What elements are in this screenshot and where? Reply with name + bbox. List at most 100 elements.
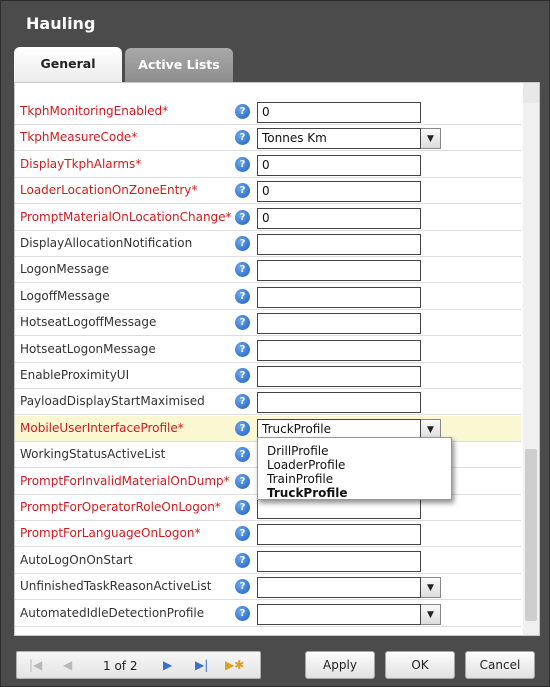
dropdown-option[interactable]: TrainProfile [267, 472, 333, 486]
properties-panel: TkphMonitoringEnabled*? 0 TkphMeasureCode*… [14, 82, 540, 636]
tab-active-lists[interactable]: Active Lists [125, 48, 233, 82]
property-label: TkphMeasureCode* [20, 130, 138, 145]
dropdown-option[interactable]: TruckProfile [267, 486, 348, 500]
property-row[interactable]: DisplayTkphAlarms*? 0 [15, 152, 521, 178]
prev-page-icon[interactable]: ◀ [63, 658, 72, 672]
hauling-dialog: Hauling General Active Lists TkphMonitor… [0, 0, 550, 687]
property-row[interactable]: LogonMessage? [15, 257, 521, 284]
property-value-field[interactable] [257, 234, 421, 255]
pager: |◀ ◀ 1 of 2 ▶ ▶| ▶✱ [16, 651, 261, 679]
cancel-button[interactable]: Cancel [465, 651, 535, 679]
new-page-icon[interactable]: ▶✱ [225, 658, 244, 672]
help-icon[interactable]: ? [235, 288, 250, 304]
property-row[interactable]: PromptForLanguageOnLogon*? [15, 521, 521, 548]
help-icon[interactable]: ? [235, 236, 250, 251]
property-label: LogoffMessage [20, 288, 110, 303]
property-label: PromptForOperatorRoleOnLogon* [20, 500, 221, 514]
property-value-field[interactable] [257, 313, 421, 335]
property-label: DisplayTkphAlarms* [20, 156, 142, 171]
property-value-field[interactable] [257, 339, 421, 361]
property-row[interactable]: TkphMonitoringEnabled*? 0 [15, 99, 521, 125]
help-icon[interactable]: ? [235, 605, 250, 621]
ok-button[interactable]: OK [385, 651, 455, 679]
property-row[interactable]: PayloadDisplayStartMaximised? [15, 389, 521, 416]
property-label: UnfinishedTaskReasonActiveList [20, 579, 212, 594]
property-label: TkphMonitoringEnabled* [20, 104, 169, 118]
first-page-icon[interactable]: |◀ [29, 658, 42, 672]
property-value-field[interactable] [257, 286, 421, 308]
property-value-field[interactable]: 0 [257, 207, 421, 229]
property-row[interactable]: TkphMeasureCode*? Tonnes Km ▼ [15, 125, 521, 152]
help-icon[interactable]: ? [235, 447, 250, 463]
next-page-icon[interactable]: ▶ [163, 658, 172, 672]
property-combo[interactable]: Tonnes Km ▼ [257, 128, 441, 150]
help-icon[interactable]: ? [235, 368, 250, 383]
property-value-field[interactable] [257, 603, 421, 625]
help-icon[interactable]: ? [235, 420, 250, 436]
dialog-title: Hauling [26, 14, 96, 33]
help-icon[interactable]: ? [235, 473, 250, 489]
profile-dropdown-list[interactable]: DrillProfile LoaderProfile TrainProfile Tru… [257, 437, 452, 500]
property-value-field[interactable] [257, 260, 421, 282]
property-row[interactable]: AutomatedIdleDetectionProfile? ▼ [15, 601, 521, 627]
property-combo[interactable]: ▼ [257, 577, 441, 599]
last-page-icon[interactable]: ▶| [195, 658, 208, 672]
property-row[interactable]: LogoffMessage? [15, 284, 521, 310]
property-label: HotseatLogoffMessage [20, 315, 157, 330]
property-combo[interactable]: ▼ [257, 603, 441, 625]
dropdown-option[interactable]: DrillProfile [267, 444, 329, 458]
help-icon[interactable]: ? [235, 130, 250, 146]
property-value-field[interactable]: 0 [257, 181, 421, 203]
property-value-field[interactable] [257, 392, 421, 414]
property-label: AutomatedIdleDetectionProfile [20, 605, 205, 620]
help-icon[interactable]: ? [235, 394, 250, 410]
property-row[interactable]: EnableProximityUI? [15, 363, 521, 389]
chevron-down-icon[interactable]: ▼ [421, 577, 441, 599]
property-value-field[interactable] [257, 550, 421, 572]
property-label: PromptForInvalidMaterialOnDump* [20, 473, 230, 488]
property-row[interactable]: UnfinishedTaskReasonActiveList? ▼ [15, 574, 521, 601]
scroll-up-button[interactable] [523, 83, 539, 103]
help-icon[interactable]: ? [235, 526, 250, 542]
property-label: WorkingStatusActiveList [20, 447, 166, 462]
chevron-down-icon[interactable]: ▼ [421, 128, 441, 150]
apply-button[interactable]: Apply [305, 651, 375, 679]
property-label: LogonMessage [20, 262, 109, 277]
help-icon[interactable]: ? [235, 262, 250, 278]
property-value-field[interactable] [257, 577, 421, 599]
help-icon[interactable]: ? [235, 341, 250, 357]
property-label: PromptForLanguageOnLogon* [20, 526, 201, 541]
chevron-down-icon[interactable]: ▼ [421, 603, 441, 625]
help-icon[interactable]: ? [235, 104, 250, 119]
tab-general[interactable]: General [14, 47, 122, 83]
property-label: EnableProximityUI [20, 368, 130, 382]
property-row[interactable]: DisplayAllocationNotification? [15, 231, 521, 257]
property-label: PromptMaterialOnLocationChange* [20, 209, 232, 224]
property-row[interactable]: AutoLogOnOnStart? [15, 548, 521, 574]
property-value-field[interactable]: 0 [257, 154, 421, 176]
property-row[interactable]: HotseatLogonMessage? [15, 337, 521, 363]
property-row[interactable]: HotseatLogoffMessage? [15, 310, 521, 337]
help-icon[interactable]: ? [235, 579, 250, 595]
property-row[interactable]: LoaderLocationOnZoneEntry*? 0 [15, 178, 521, 205]
property-label: MobileUserInterfaceProfile* [20, 420, 184, 435]
vertical-scrollbar[interactable] [523, 83, 539, 635]
property-row[interactable]: PromptMaterialOnLocationChange*? 0 [15, 205, 521, 231]
help-icon[interactable]: ? [235, 315, 250, 331]
help-icon[interactable]: ? [235, 552, 250, 568]
property-label: DisplayAllocationNotification [20, 236, 193, 250]
help-icon[interactable]: ? [235, 500, 250, 515]
help-icon[interactable]: ? [235, 209, 250, 225]
dropdown-option[interactable]: LoaderProfile [267, 458, 345, 472]
property-label: HotseatLogonMessage [20, 341, 156, 356]
scrollbar-thumb[interactable] [525, 449, 537, 621]
property-value-field[interactable] [257, 498, 421, 519]
help-icon[interactable]: ? [235, 183, 250, 199]
property-value-field[interactable] [257, 524, 421, 546]
property-label: PayloadDisplayStartMaximised [20, 394, 205, 409]
property-value-field[interactable] [257, 366, 421, 387]
property-value-field[interactable]: Tonnes Km [257, 128, 421, 150]
property-value-field[interactable]: 0 [257, 102, 421, 123]
help-icon[interactable]: ? [235, 156, 250, 172]
property-label: LoaderLocationOnZoneEntry* [20, 183, 198, 198]
